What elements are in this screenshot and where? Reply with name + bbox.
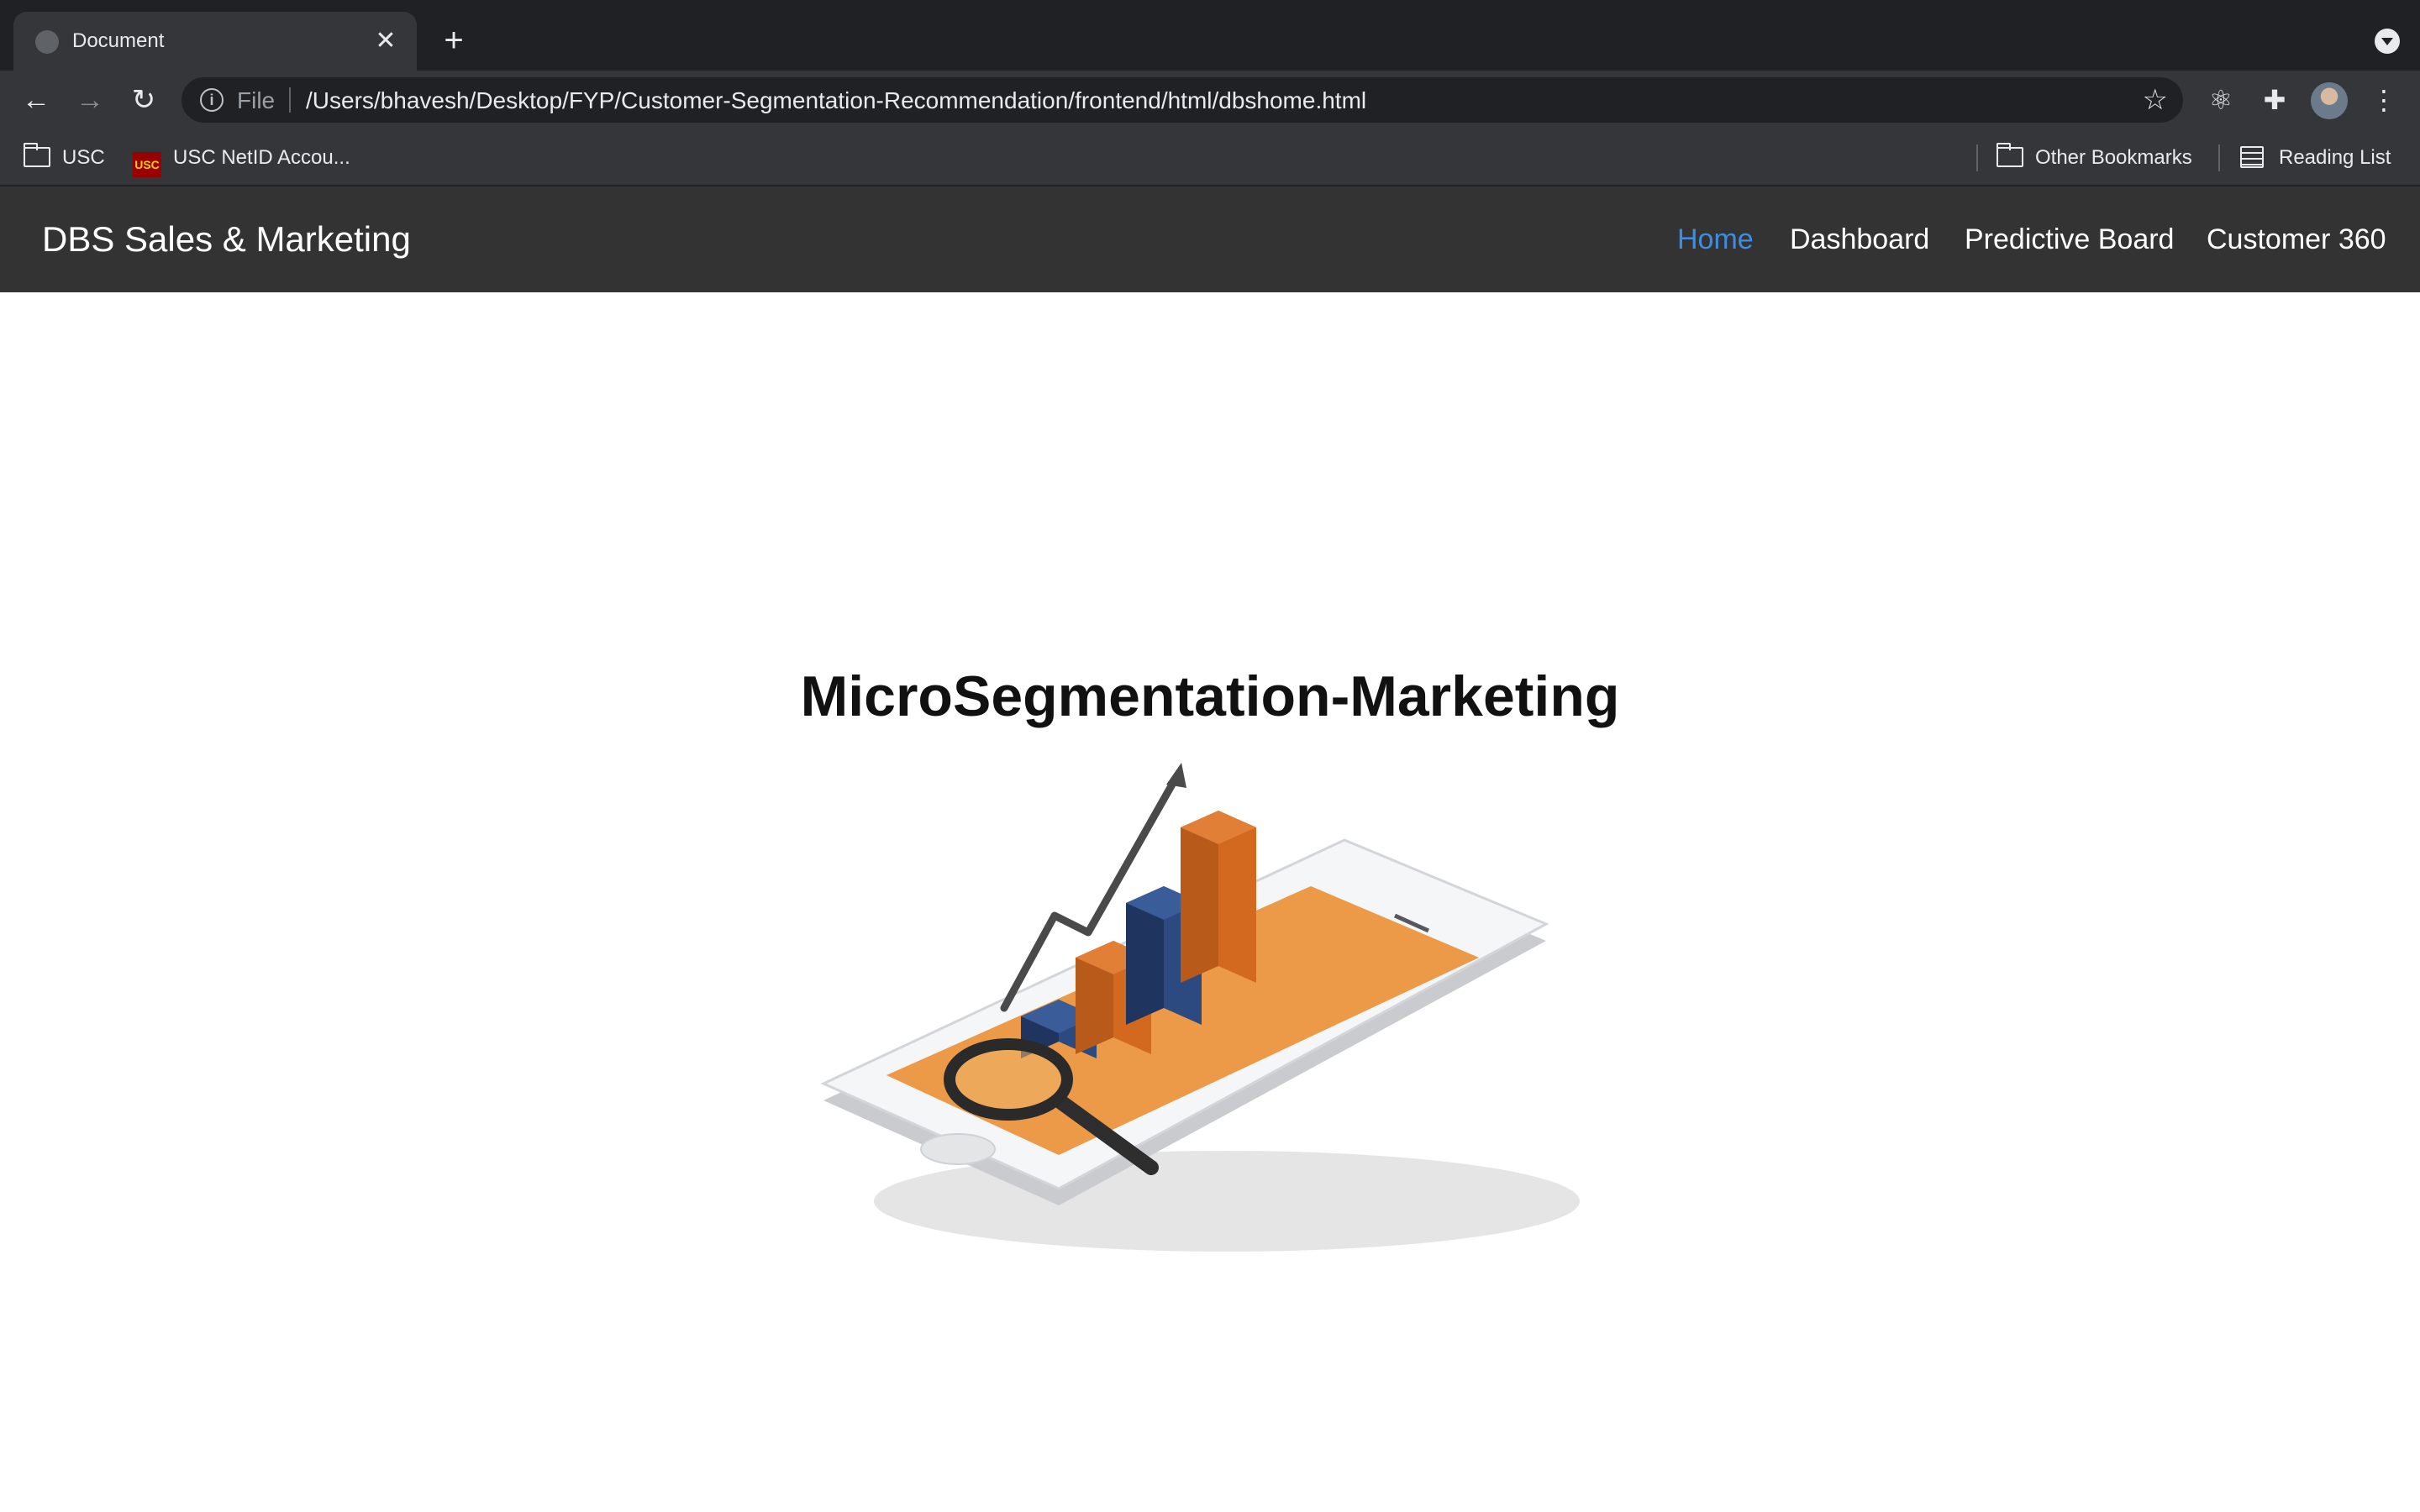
bar-4 <box>1181 811 1256 983</box>
browser-tab[interactable]: Document ✕ <box>13 12 417 71</box>
nav-home[interactable]: Home <box>1677 222 1754 257</box>
bookmark-label: Reading List <box>2279 146 2391 169</box>
url-scheme-label: File <box>237 87 276 113</box>
address-bar[interactable]: i File /Users/bhavesh/Desktop/FYP/Custom… <box>182 77 2183 123</box>
extensions-puzzle-icon[interactable]: ✚ <box>2257 82 2292 118</box>
site-navbar: DBS Sales & Marketing Home Dashboard Pre… <box>0 186 2420 292</box>
bookmark-reading-list[interactable]: Reading List <box>2240 144 2391 171</box>
more-menu-icon[interactable]: ⋮ <box>2366 82 2402 118</box>
browser-tabstrip: Document ✕ + <box>0 0 2420 71</box>
site-brand[interactable]: DBS Sales & Marketing <box>42 218 411 260</box>
bookmark-other-bookmarks[interactable]: Other Bookmarks <box>1996 143 2192 171</box>
folder-icon <box>1996 143 2023 167</box>
bookmarks-bar: USC USC USC NetID Accou... Other Bookmark… <box>0 129 2420 186</box>
forward-arrow-icon[interactable]: → <box>72 82 108 118</box>
hero-illustration <box>790 748 1630 1285</box>
reading-list-icon <box>2240 146 2264 168</box>
bookmark-star-icon[interactable]: ☆ <box>2143 84 2168 116</box>
bookmark-usc[interactable]: USC <box>24 143 105 171</box>
close-tab-icon[interactable]: ✕ <box>371 27 400 55</box>
folder-icon <box>24 143 50 167</box>
bookmarks-divider <box>2218 144 2220 171</box>
nav-dashboard[interactable]: Dashboard <box>1790 222 1929 257</box>
url-divider <box>289 87 291 113</box>
bookmarks-divider <box>1976 144 1978 171</box>
usc-favicon-icon: USC <box>133 152 161 177</box>
reload-icon[interactable]: ↻ <box>126 82 161 118</box>
url-text[interactable]: /Users/bhavesh/Desktop/FYP/Customer-Segm… <box>306 87 1366 114</box>
back-arrow-icon[interactable]: ← <box>18 82 54 118</box>
info-icon[interactable]: i <box>200 88 224 112</box>
profile-avatar[interactable] <box>2311 82 2348 119</box>
nav-customer-360[interactable]: Customer 360 <box>2207 222 2386 257</box>
tab-search-icon[interactable] <box>2375 29 2400 54</box>
phone-chart-illustration <box>820 763 1580 1252</box>
new-tab-button[interactable]: + <box>437 24 471 57</box>
trend-arrow-icon <box>1166 763 1186 788</box>
react-devtools-icon[interactable]: ⚛ <box>2203 82 2238 118</box>
tab-title: Document <box>72 29 165 52</box>
page-title: MicroSegmentation-Marketing <box>800 664 1620 728</box>
bookmark-label: USC <box>62 146 105 169</box>
bookmark-usc-netid[interactable]: USC USC NetID Accou... <box>133 144 350 177</box>
home-button <box>920 1133 996 1165</box>
magnifier-glass-icon <box>944 1038 1073 1121</box>
browser-toolbar: ← → ↻ i File /Users/bhavesh/Desktop/FYP/… <box>0 71 2420 129</box>
bookmark-label: USC NetID Accou... <box>173 146 350 169</box>
bookmark-label: Other Bookmarks <box>2035 146 2192 169</box>
globe-icon <box>35 30 59 54</box>
nav-predictive-board[interactable]: Predictive Board <box>1965 222 2174 257</box>
